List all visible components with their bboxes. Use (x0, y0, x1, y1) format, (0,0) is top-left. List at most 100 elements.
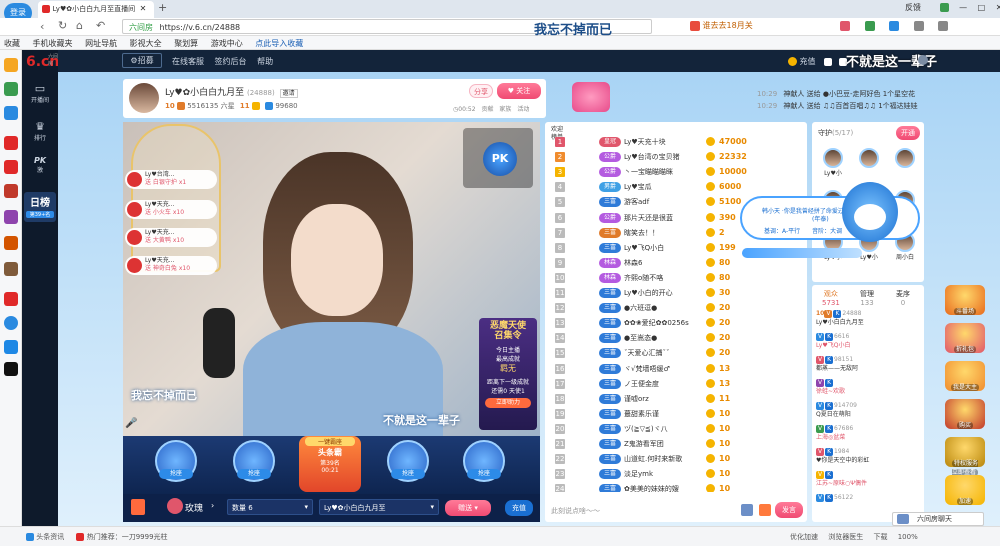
quantity-select[interactable]: 数量 6 ▾ (227, 499, 313, 515)
doraemon-mascot[interactable] (842, 182, 898, 242)
bookmark-item[interactable]: 聚划算 (174, 39, 198, 48)
rank-row[interactable]: 1 皇冠 Ly♥天充十块 47000 (549, 134, 803, 150)
day-rank-badge[interactable]: 日榜 第39+名 (24, 192, 56, 222)
recipient-select[interactable]: Ly♥✿小白白九月至 ▾ (319, 499, 439, 515)
feedback-link[interactable]: 反馈 (905, 3, 921, 12)
nav-ranking[interactable]: ♛ 排行 (28, 120, 52, 142)
activity-button[interactable]: 斗番场 (945, 285, 985, 315)
rocket-icon[interactable] (759, 504, 771, 516)
mic-icon[interactable]: 🎤 (125, 418, 137, 429)
audience-row[interactable]: 10 V K 24888 Ly♥小白白九月至 (816, 309, 920, 327)
rank-row[interactable]: 15 三富 ˇ天爱心汇捕ˇˇ 20 (549, 345, 803, 361)
maximize-button[interactable]: □ (978, 3, 986, 12)
rank-row[interactable]: 4 男爵 Ly♥宝瓜 6000 (549, 179, 803, 195)
gift-arrow-icon[interactable]: › (211, 501, 214, 510)
rank-row[interactable]: 23 三富 淡足ymk 10 (549, 466, 803, 482)
audience-row[interactable]: V K 67686 上海◎盆菜 (816, 424, 920, 442)
service-link[interactable]: 在线客服 (172, 57, 204, 66)
hot-recommend[interactable]: 热门推荐：一刀9999光柱 (87, 533, 168, 541)
undo-icon[interactable]: ↶ (96, 19, 105, 32)
nav-pk[interactable]: PK 激 (28, 156, 52, 174)
bookmark-item[interactable]: 网址导航 (85, 39, 117, 48)
seat-slot[interactable]: 抢座 (233, 440, 275, 482)
rank-row[interactable]: 18 三富 谨嘘orz 11 (549, 391, 803, 407)
promo-help-button[interactable]: 立即助力 (485, 398, 531, 408)
open-guard-button[interactable]: 开通 (896, 126, 920, 140)
bookmark-item[interactable]: 收藏 (4, 39, 20, 48)
rank-row[interactable]: 16 三富 ヾ√梵墙唔缓♂ 13 (549, 361, 803, 377)
image-icon[interactable] (741, 504, 753, 516)
rank-row[interactable]: 10 林森 齐熙o随不咯 80 (549, 270, 803, 286)
download-link[interactable]: 下载 (873, 533, 887, 541)
follow-button[interactable]: ♥ 关注 (497, 83, 541, 99)
promo-card[interactable]: 恶魔天使 召集令 今日主播 最高成就 羁无 距离下一级成就 还需0 天使1 立即… (479, 318, 537, 430)
seat-slot[interactable]: 抢座 (463, 440, 505, 482)
rank-row[interactable]: 19 三富 蕞甜素乐谨 10 (549, 406, 803, 422)
app-icon[interactable] (4, 262, 18, 276)
back-icon[interactable]: ‹ (40, 20, 44, 33)
weibo-icon[interactable] (4, 160, 18, 174)
gift-box-icon[interactable] (131, 499, 145, 515)
guard-member[interactable] (852, 146, 886, 186)
audience-row[interactable]: V K 6616 Ly♥飞Q小白 (816, 332, 920, 350)
invite-tag[interactable]: 邀请 (279, 89, 298, 98)
recharge-link[interactable]: 充值 (800, 57, 816, 66)
pk-panel[interactable]: PK (463, 128, 533, 188)
speedup-link[interactable]: 优化加速 (790, 533, 818, 541)
rank-row[interactable]: 3 公爵 丶一宝瞄瞄瞄眯 10000 (549, 164, 803, 180)
edit-icon[interactable] (824, 57, 833, 66)
top-seat-card[interactable]: 一键霸座 头条霸 第39名 00:21 (299, 436, 361, 492)
audience-row[interactable]: V K 1984 ♥你是天空中的彩虹 (816, 447, 920, 465)
audience-row[interactable]: V K 56122 (816, 493, 920, 511)
floating-chat-button[interactable]: 六间房聊天 (892, 512, 984, 526)
activity-button[interactable]: 折礼包 (945, 323, 985, 353)
favorites-icon[interactable] (4, 58, 18, 72)
tab-admin[interactable]: 管理 133 (860, 289, 874, 307)
activity-button[interactable]: 购买 (945, 399, 985, 429)
app-icon[interactable] (4, 316, 18, 330)
recharge-button[interactable]: 充值 (505, 500, 533, 516)
audience-row[interactable]: V K 98151 都蒸——无敌阿 (816, 355, 920, 373)
bookmark-item[interactable]: 影视大全 (130, 39, 162, 48)
streamer-avatar[interactable] (129, 83, 159, 113)
rank-row[interactable]: 13 三富 ✿✿❀爱纪✿✿0256s 20 (549, 315, 803, 331)
rank-row[interactable]: 21 三富 Z鬼游看军团 10 (549, 436, 803, 452)
recruit-button[interactable]: ⚙招募 (122, 53, 162, 68)
activity-button[interactable]: 我是大主 (945, 361, 985, 391)
chat-input[interactable]: 此刻说点啥～～ (551, 504, 717, 518)
family-link[interactable]: 家族 (499, 106, 511, 113)
rank-row[interactable]: 22 三富 山道虹.何时来新歌 10 (549, 451, 803, 467)
bookmark-item[interactable]: 游戏中心 (211, 39, 243, 48)
activity-link[interactable]: 活动 (517, 106, 529, 113)
close-window-button[interactable]: ✕ (996, 3, 1000, 12)
pk-badge[interactable]: PK (483, 142, 517, 176)
app-icon[interactable] (4, 340, 18, 354)
bookmark-item[interactable]: 手机收藏夹 (33, 39, 73, 48)
home-icon[interactable]: ⌂ (76, 19, 83, 32)
toolbar-cut-icon[interactable] (913, 21, 924, 31)
seat-slot[interactable]: 抢座 (155, 440, 197, 482)
rank-row[interactable]: 17 三富 ノ王便金度 13 (549, 376, 803, 392)
toolbar-grid-icon[interactable] (864, 21, 875, 31)
tiktok-icon[interactable] (4, 362, 18, 376)
activity-button[interactable]: 特权服务 立即查看 (945, 437, 985, 476)
seat-slot[interactable]: 抢座 (387, 440, 429, 482)
share-button[interactable]: 分享 (469, 84, 493, 98)
avatar[interactable] (918, 55, 928, 65)
rank-row[interactable]: 11 三富 Ly♥小白的开心 30 (549, 285, 803, 301)
doctor-link[interactable]: 浏览器医生 (828, 533, 863, 541)
activity-button[interactable]: 加速 (945, 475, 985, 505)
active-tab[interactable]: Ly♥✿小白白九月至直播间 ✕ (38, 1, 154, 18)
tab-mic-queue[interactable]: 麦序 0 (896, 289, 910, 307)
contribute-link[interactable]: 贡献 (481, 106, 493, 113)
app-icon[interactable] (4, 210, 18, 224)
refresh-icon[interactable]: ↻ (58, 19, 67, 32)
audience-row[interactable]: V K 徐蛙~欢歌 (816, 378, 920, 396)
nav-live-rooms[interactable]: ▭ 开播间 (28, 82, 52, 104)
minimize-button[interactable]: — (959, 3, 967, 12)
six-cn-shortcut-icon[interactable] (4, 136, 18, 150)
rank-row[interactable]: 2 公爵 Ly♥台湾の宝贝猪 22332 (549, 149, 803, 165)
tab-audience[interactable]: 观众 5731 (822, 289, 840, 307)
toolbar-extension-icon[interactable] (889, 21, 900, 31)
contract-link[interactable]: 签约后台 (215, 57, 247, 66)
